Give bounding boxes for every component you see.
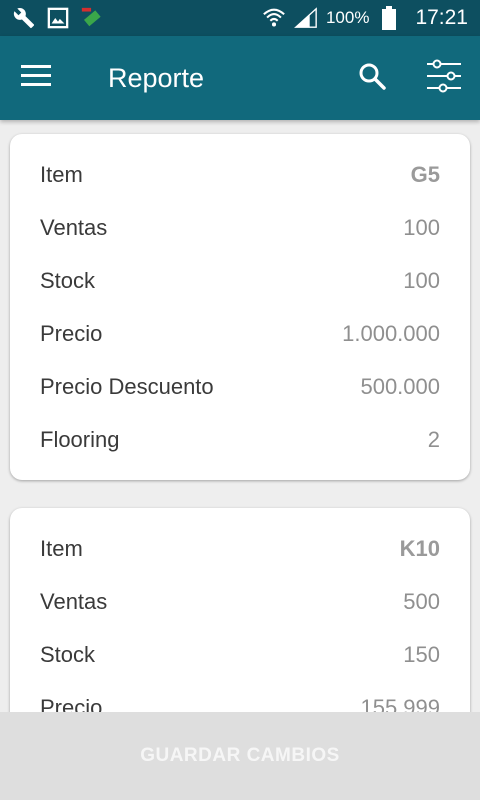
item-label: Item: [40, 535, 83, 561]
precio-row: Precio 155.999: [10, 681, 470, 713]
item-value: G5: [410, 161, 440, 187]
stock-label: Stock: [40, 641, 96, 667]
report-list[interactable]: Item G5 Ventas 100 Stock 100 Precio 1.00…: [0, 120, 480, 712]
save-changes-button[interactable]: GUARDAR CAMBIOS: [0, 712, 480, 800]
precio-label: Precio: [40, 320, 103, 346]
item-label: Item: [40, 161, 83, 187]
report-card[interactable]: Item G5 Ventas 100 Stock 100 Precio 1.00…: [10, 134, 470, 480]
filter-button[interactable]: [422, 56, 466, 100]
stock-row: Stock 150: [10, 628, 470, 681]
ventas-value: 100: [403, 214, 440, 240]
precio-value: 155.999: [360, 694, 440, 713]
stock-value: 100: [403, 267, 440, 293]
app-notification-icon: [80, 6, 104, 30]
precio-label: Precio: [40, 694, 103, 713]
ventas-value: 500: [403, 588, 440, 614]
app-bar: Reporte: [0, 36, 480, 120]
search-button[interactable]: [352, 58, 392, 98]
precio-descuento-value: 500.000: [360, 373, 440, 399]
menu-button[interactable]: [16, 60, 56, 96]
ventas-label: Ventas: [40, 214, 108, 240]
wifi-icon: [262, 6, 286, 30]
clock: 17:21: [415, 6, 468, 29]
item-row: Item G5: [10, 148, 470, 201]
precio-descuento-row: Precio Descuento 500.000: [10, 360, 470, 413]
ventas-label: Ventas: [40, 588, 108, 614]
stock-row: Stock 100: [10, 254, 470, 307]
stock-value: 150: [403, 641, 440, 667]
flooring-value: 2: [427, 426, 440, 452]
precio-row: Precio 1.000.000: [10, 307, 470, 360]
flooring-row: Flooring 2: [10, 413, 470, 466]
stock-label: Stock: [40, 267, 96, 293]
save-changes-label: GUARDAR CAMBIOS: [140, 745, 340, 766]
battery-percent: 100%: [325, 8, 370, 27]
status-left-icons: [12, 6, 104, 30]
menu-icon: [21, 64, 51, 92]
filter-icon: [425, 58, 463, 99]
status-right-icons: 100% 17:21: [262, 6, 468, 30]
page-title: Reporte: [108, 63, 205, 93]
item-row: Item K10: [10, 522, 470, 575]
wrench-icon: [12, 6, 36, 30]
ventas-row: Ventas 500: [10, 575, 470, 628]
flooring-label: Flooring: [40, 426, 120, 452]
status-bar: 100% 17:21: [0, 0, 480, 36]
signal-icon: [294, 6, 318, 30]
report-card[interactable]: Item K10 Ventas 500 Stock 150 Precio 155…: [10, 508, 470, 712]
precio-descuento-label: Precio Descuento: [40, 373, 214, 399]
item-value: K10: [399, 535, 440, 561]
ventas-row: Ventas 100: [10, 201, 470, 254]
battery-icon: [377, 6, 401, 30]
precio-value: 1.000.000: [342, 320, 440, 346]
gallery-icon: [46, 6, 70, 30]
search-icon: [358, 62, 386, 95]
